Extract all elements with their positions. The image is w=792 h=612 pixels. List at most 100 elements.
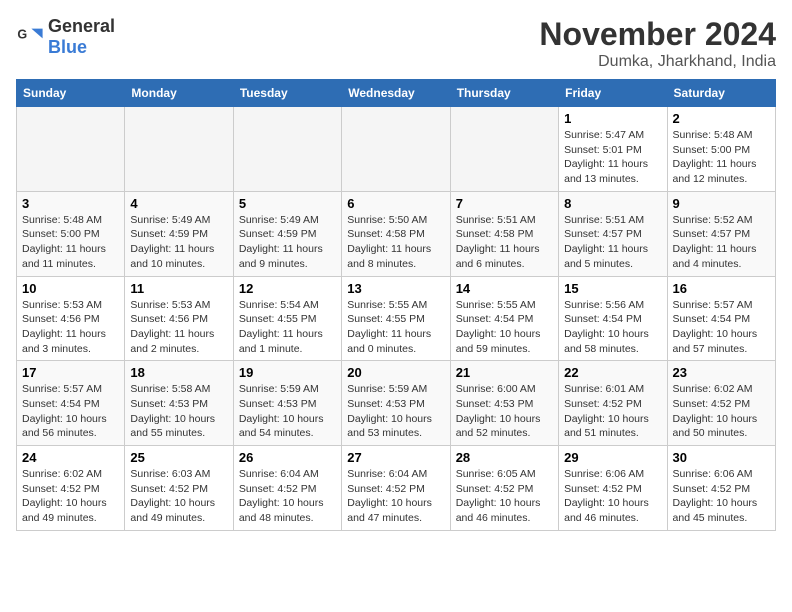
svg-text:G: G — [17, 27, 27, 41]
calendar-cell: 13 Sunrise: 5:55 AMSunset: 4:55 PMDayligh… — [342, 276, 450, 361]
day-info: Sunrise: 6:03 AMSunset: 4:52 PMDaylight:… — [130, 467, 227, 526]
calendar-week-4: 17Sunrise: 5:57 AMSunset: 4:54 PMDayligh… — [17, 361, 776, 446]
calendar-cell: 27 Sunrise: 6:04 AMSunset: 4:52 PMDayligh… — [342, 446, 450, 531]
day-number: 15 — [564, 281, 661, 296]
calendar-cell: 19Sunrise: 5:59 AMSunset: 4:53 PMDayligh… — [233, 361, 341, 446]
calendar-cell: 29Sunrise: 6:06 AMSunset: 4:52 PMDayligh… — [559, 446, 667, 531]
weekday-header-row: SundayMondayTuesdayWednesdayThursdayFrid… — [17, 80, 776, 107]
calendar-cell: 17Sunrise: 5:57 AMSunset: 4:54 PMDayligh… — [17, 361, 125, 446]
calendar-week-2: 3 Sunrise: 5:48 AMSunset: 5:00 PMDaylight… — [17, 191, 776, 276]
calendar-cell: 25 Sunrise: 6:03 AMSunset: 4:52 PMDayligh… — [125, 446, 233, 531]
calendar-cell: 8 Sunrise: 5:51 AMSunset: 4:57 PMDaylight… — [559, 191, 667, 276]
day-info: Sunrise: 6:02 AMSunset: 4:52 PMDaylight:… — [22, 467, 119, 526]
day-number: 12 — [239, 281, 336, 296]
day-info: Sunrise: 5:59 AMSunset: 4:53 PMDaylight:… — [347, 382, 444, 441]
calendar-cell: 20 Sunrise: 5:59 AMSunset: 4:53 PMDayligh… — [342, 361, 450, 446]
day-number: 21 — [456, 365, 553, 380]
day-number: 11 — [130, 281, 227, 296]
calendar-cell: 22 Sunrise: 6:01 AMSunset: 4:52 PMDayligh… — [559, 361, 667, 446]
day-number: 23 — [673, 365, 770, 380]
day-number: 7 — [456, 196, 553, 211]
page-header: G General Blue November 2024 Dumka, Jhar… — [16, 16, 776, 71]
calendar-cell — [450, 107, 558, 192]
month-title: November 2024 — [539, 16, 776, 53]
day-number: 3 — [22, 196, 119, 211]
weekday-header-tuesday: Tuesday — [233, 80, 341, 107]
weekday-header-friday: Friday — [559, 80, 667, 107]
day-number: 16 — [673, 281, 770, 296]
day-info: Sunrise: 6:05 AMSunset: 4:52 PMDaylight:… — [456, 467, 553, 526]
day-number: 2 — [673, 111, 770, 126]
calendar-cell: 9 Sunrise: 5:52 AMSunset: 4:57 PMDaylight… — [667, 191, 775, 276]
day-number: 5 — [239, 196, 336, 211]
logo-general: General — [48, 16, 115, 36]
calendar-cell: 1 Sunrise: 5:47 AMSunset: 5:01 PMDaylight… — [559, 107, 667, 192]
day-info: Sunrise: 5:53 AMSunset: 4:56 PMDaylight:… — [130, 298, 227, 357]
calendar-cell: 7 Sunrise: 5:51 AMSunset: 4:58 PMDaylight… — [450, 191, 558, 276]
calendar-cell: 10 Sunrise: 5:53 AMSunset: 4:56 PMDayligh… — [17, 276, 125, 361]
weekday-header-sunday: Sunday — [17, 80, 125, 107]
day-info: Sunrise: 5:59 AMSunset: 4:53 PMDaylight:… — [239, 382, 336, 441]
location-title: Dumka, Jharkhand, India — [539, 53, 776, 71]
calendar-cell: 6 Sunrise: 5:50 AMSunset: 4:58 PMDaylight… — [342, 191, 450, 276]
calendar-week-3: 10 Sunrise: 5:53 AMSunset: 4:56 PMDayligh… — [17, 276, 776, 361]
day-number: 25 — [130, 450, 227, 465]
day-info: Sunrise: 5:56 AMSunset: 4:54 PMDaylight:… — [564, 298, 661, 357]
day-number: 17 — [22, 365, 119, 380]
title-area: November 2024 Dumka, Jharkhand, India — [539, 16, 776, 71]
calendar-cell: 11 Sunrise: 5:53 AMSunset: 4:56 PMDayligh… — [125, 276, 233, 361]
calendar-cell: 2 Sunrise: 5:48 AMSunset: 5:00 PMDaylight… — [667, 107, 775, 192]
calendar-cell: 4 Sunrise: 5:49 AMSunset: 4:59 PMDaylight… — [125, 191, 233, 276]
calendar-cell: 30 Sunrise: 6:06 AMSunset: 4:52 PMDayligh… — [667, 446, 775, 531]
logo: G General Blue — [16, 16, 115, 58]
calendar-cell — [125, 107, 233, 192]
calendar-cell: 28Sunrise: 6:05 AMSunset: 4:52 PMDayligh… — [450, 446, 558, 531]
day-info: Sunrise: 5:52 AMSunset: 4:57 PMDaylight:… — [673, 213, 770, 272]
calendar-cell: 23Sunrise: 6:02 AMSunset: 4:52 PMDayligh… — [667, 361, 775, 446]
weekday-header-saturday: Saturday — [667, 80, 775, 107]
weekday-header-monday: Monday — [125, 80, 233, 107]
weekday-header-wednesday: Wednesday — [342, 80, 450, 107]
calendar-cell — [233, 107, 341, 192]
day-info: Sunrise: 6:01 AMSunset: 4:52 PMDaylight:… — [564, 382, 661, 441]
day-number: 8 — [564, 196, 661, 211]
day-number: 20 — [347, 365, 444, 380]
day-info: Sunrise: 5:51 AMSunset: 4:58 PMDaylight:… — [456, 213, 553, 272]
weekday-header-thursday: Thursday — [450, 80, 558, 107]
calendar-cell: 24 Sunrise: 6:02 AMSunset: 4:52 PMDayligh… — [17, 446, 125, 531]
day-number: 24 — [22, 450, 119, 465]
calendar-cell: 16 Sunrise: 5:57 AMSunset: 4:54 PMDayligh… — [667, 276, 775, 361]
day-number: 6 — [347, 196, 444, 211]
day-info: Sunrise: 5:49 AMSunset: 4:59 PMDaylight:… — [130, 213, 227, 272]
day-number: 1 — [564, 111, 661, 126]
day-info: Sunrise: 5:48 AMSunset: 5:00 PMDaylight:… — [673, 128, 770, 187]
day-number: 9 — [673, 196, 770, 211]
day-info: Sunrise: 5:51 AMSunset: 4:57 PMDaylight:… — [564, 213, 661, 272]
day-number: 22 — [564, 365, 661, 380]
day-info: Sunrise: 6:06 AMSunset: 4:52 PMDaylight:… — [673, 467, 770, 526]
day-number: 10 — [22, 281, 119, 296]
calendar-table: SundayMondayTuesdayWednesdayThursdayFrid… — [16, 79, 776, 531]
day-info: Sunrise: 5:55 AMSunset: 4:55 PMDaylight:… — [347, 298, 444, 357]
calendar-cell: 5 Sunrise: 5:49 AMSunset: 4:59 PMDaylight… — [233, 191, 341, 276]
calendar-cell — [17, 107, 125, 192]
day-info: Sunrise: 6:04 AMSunset: 4:52 PMDaylight:… — [347, 467, 444, 526]
day-info: Sunrise: 5:53 AMSunset: 4:56 PMDaylight:… — [22, 298, 119, 357]
day-info: Sunrise: 6:06 AMSunset: 4:52 PMDaylight:… — [564, 467, 661, 526]
calendar-cell: 15 Sunrise: 5:56 AMSunset: 4:54 PMDayligh… — [559, 276, 667, 361]
day-info: Sunrise: 5:58 AMSunset: 4:53 PMDaylight:… — [130, 382, 227, 441]
day-info: Sunrise: 5:50 AMSunset: 4:58 PMDaylight:… — [347, 213, 444, 272]
day-number: 26 — [239, 450, 336, 465]
day-number: 4 — [130, 196, 227, 211]
day-number: 30 — [673, 450, 770, 465]
calendar-cell: 3 Sunrise: 5:48 AMSunset: 5:00 PMDaylight… — [17, 191, 125, 276]
calendar-week-1: 1 Sunrise: 5:47 AMSunset: 5:01 PMDaylight… — [17, 107, 776, 192]
calendar-cell — [342, 107, 450, 192]
day-number: 13 — [347, 281, 444, 296]
day-info: Sunrise: 5:47 AMSunset: 5:01 PMDaylight:… — [564, 128, 661, 187]
day-info: Sunrise: 5:57 AMSunset: 4:54 PMDaylight:… — [673, 298, 770, 357]
day-info: Sunrise: 5:49 AMSunset: 4:59 PMDaylight:… — [239, 213, 336, 272]
day-info: Sunrise: 5:55 AMSunset: 4:54 PMDaylight:… — [456, 298, 553, 357]
day-number: 27 — [347, 450, 444, 465]
day-info: Sunrise: 5:48 AMSunset: 5:00 PMDaylight:… — [22, 213, 119, 272]
